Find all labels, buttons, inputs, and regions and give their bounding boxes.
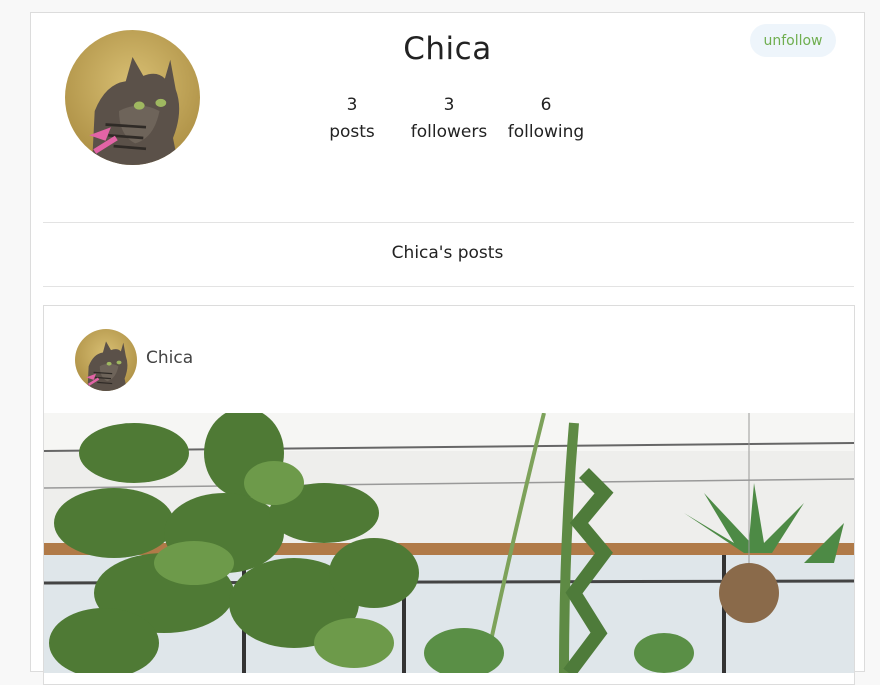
post-card[interactable]: Chica (43, 305, 855, 685)
divider (43, 222, 854, 223)
stat-following[interactable]: 6 following (496, 92, 596, 146)
profile-card: Chica unfollow 3 posts 3 followers 6 fol… (30, 12, 865, 685)
cat-avatar-icon (75, 329, 137, 391)
post-author-name[interactable]: Chica (146, 348, 193, 368)
stat-following-label: following (507, 122, 585, 142)
stat-followers-count: 3 (443, 95, 455, 115)
stat-posts-count: 3 (346, 95, 358, 115)
post-author-avatar[interactable] (75, 329, 137, 391)
unfollow-button[interactable]: unfollow (750, 24, 836, 57)
divider (43, 286, 854, 287)
stat-following-count: 6 (540, 95, 552, 115)
posts-heading: Chica's posts (391, 243, 504, 263)
post-image[interactable] (44, 413, 854, 673)
houseplants-image (44, 413, 854, 673)
stat-followers[interactable]: 3 followers (399, 92, 499, 146)
stat-posts[interactable]: 3 posts (302, 92, 402, 146)
stat-posts-label: posts (329, 122, 375, 142)
profile-name: Chica (403, 31, 492, 67)
stat-followers-label: followers (410, 122, 488, 142)
